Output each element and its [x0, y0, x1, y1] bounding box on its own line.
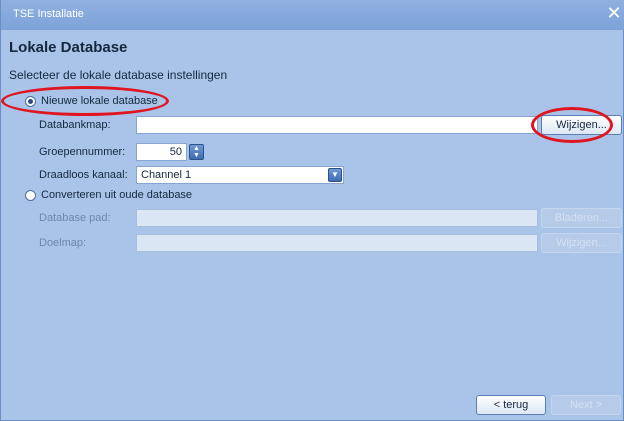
group-number-value[interactable]: 50	[136, 143, 187, 161]
installer-window: TSE Installatie ✕ Lokale Database Select…	[0, 0, 624, 421]
change-target-button[interactable]: Wijzigen...	[541, 233, 622, 253]
page-subtitle: Selecteer de lokale database instellinge…	[9, 68, 228, 82]
wireless-channel-value: Channel 1	[141, 169, 192, 181]
target-folder-label: Doelmap:	[39, 237, 87, 249]
radio-new-database-label: Nieuwe lokale database	[41, 95, 158, 107]
close-icon[interactable]: ✕	[605, 4, 623, 22]
radio-new-database-indicator[interactable]	[25, 95, 36, 107]
wireless-channel-label: Draadloos kanaal:	[39, 169, 128, 181]
next-button[interactable]: Next >	[551, 395, 621, 415]
window-title: TSE Installatie	[13, 8, 84, 20]
radio-convert-database-indicator[interactable]	[25, 189, 36, 201]
radio-convert-database[interactable]: Converteren uit oude database	[25, 189, 192, 201]
database-folder-input[interactable]	[136, 116, 538, 134]
spin-arrows-icon[interactable]: ▲ ▼	[189, 144, 204, 160]
page-title: Lokale Database	[9, 39, 128, 56]
browse-button[interactable]: Bladeren...	[541, 208, 622, 228]
target-folder-input[interactable]	[136, 234, 538, 252]
back-button[interactable]: < terug	[476, 395, 546, 415]
wireless-channel-select[interactable]: Channel 1 ▼	[136, 166, 344, 184]
radio-convert-database-label: Converteren uit oude database	[41, 189, 193, 201]
database-path-input[interactable]	[136, 209, 538, 227]
title-bar[interactable]: TSE Installatie ✕	[1, 0, 624, 30]
folder-label: Databankmap:	[39, 119, 111, 131]
group-number-stepper[interactable]: 50 ▲ ▼	[136, 143, 205, 161]
database-path-label: Database pad:	[39, 212, 111, 224]
radio-new-database[interactable]: Nieuwe lokale database	[25, 95, 158, 107]
change-folder-button[interactable]: Wijzigen...	[541, 115, 622, 135]
group-number-label: Groepennummer:	[39, 146, 126, 158]
chevron-down-icon[interactable]: ▼	[328, 168, 342, 182]
